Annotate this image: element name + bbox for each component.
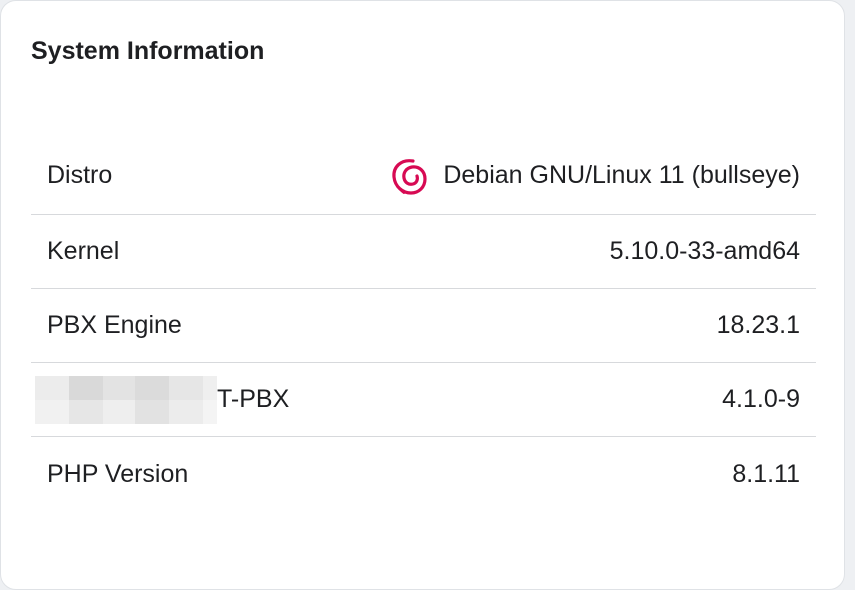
row-value: 18.23.1 bbox=[716, 311, 800, 339]
system-information-card: System Information Distro Debian GNU/Lin… bbox=[0, 0, 845, 590]
row-value-distro: Debian GNU/Linux 11 (bullseye) bbox=[389, 155, 800, 197]
row-label: Distro bbox=[47, 161, 113, 189]
card-title: System Information bbox=[31, 37, 265, 65]
info-row-distro: Distro Debian GNU/Linux 11 (bullseye) bbox=[31, 137, 816, 215]
info-row-kernel: Kernel 5.10.0-33-amd64 bbox=[31, 215, 816, 289]
row-label: PBX Engine bbox=[47, 311, 182, 339]
redacted-block bbox=[35, 375, 217, 424]
row-label: Kernel bbox=[47, 237, 120, 265]
info-row-pbx-engine: PBX Engine 18.23.1 bbox=[31, 289, 816, 363]
row-value: 5.10.0-33-amd64 bbox=[609, 237, 800, 265]
system-info-table: Distro Debian GNU/Linux 11 (bullseye) Ke… bbox=[31, 137, 816, 511]
row-value: 8.1.11 bbox=[732, 459, 800, 488]
row-value: 4.1.0-9 bbox=[722, 385, 800, 413]
info-row-php-version: PHP Version 8.1.11 bbox=[31, 437, 816, 511]
row-label: T-PBX bbox=[217, 385, 290, 413]
row-label-product: T-PBX bbox=[35, 375, 290, 424]
info-row-product-version: T-PBX 4.1.0-9 bbox=[31, 363, 816, 437]
row-label: PHP Version bbox=[47, 459, 189, 488]
row-value: Debian GNU/Linux 11 (bullseye) bbox=[443, 161, 800, 189]
debian-swirl-icon bbox=[392, 158, 427, 195]
